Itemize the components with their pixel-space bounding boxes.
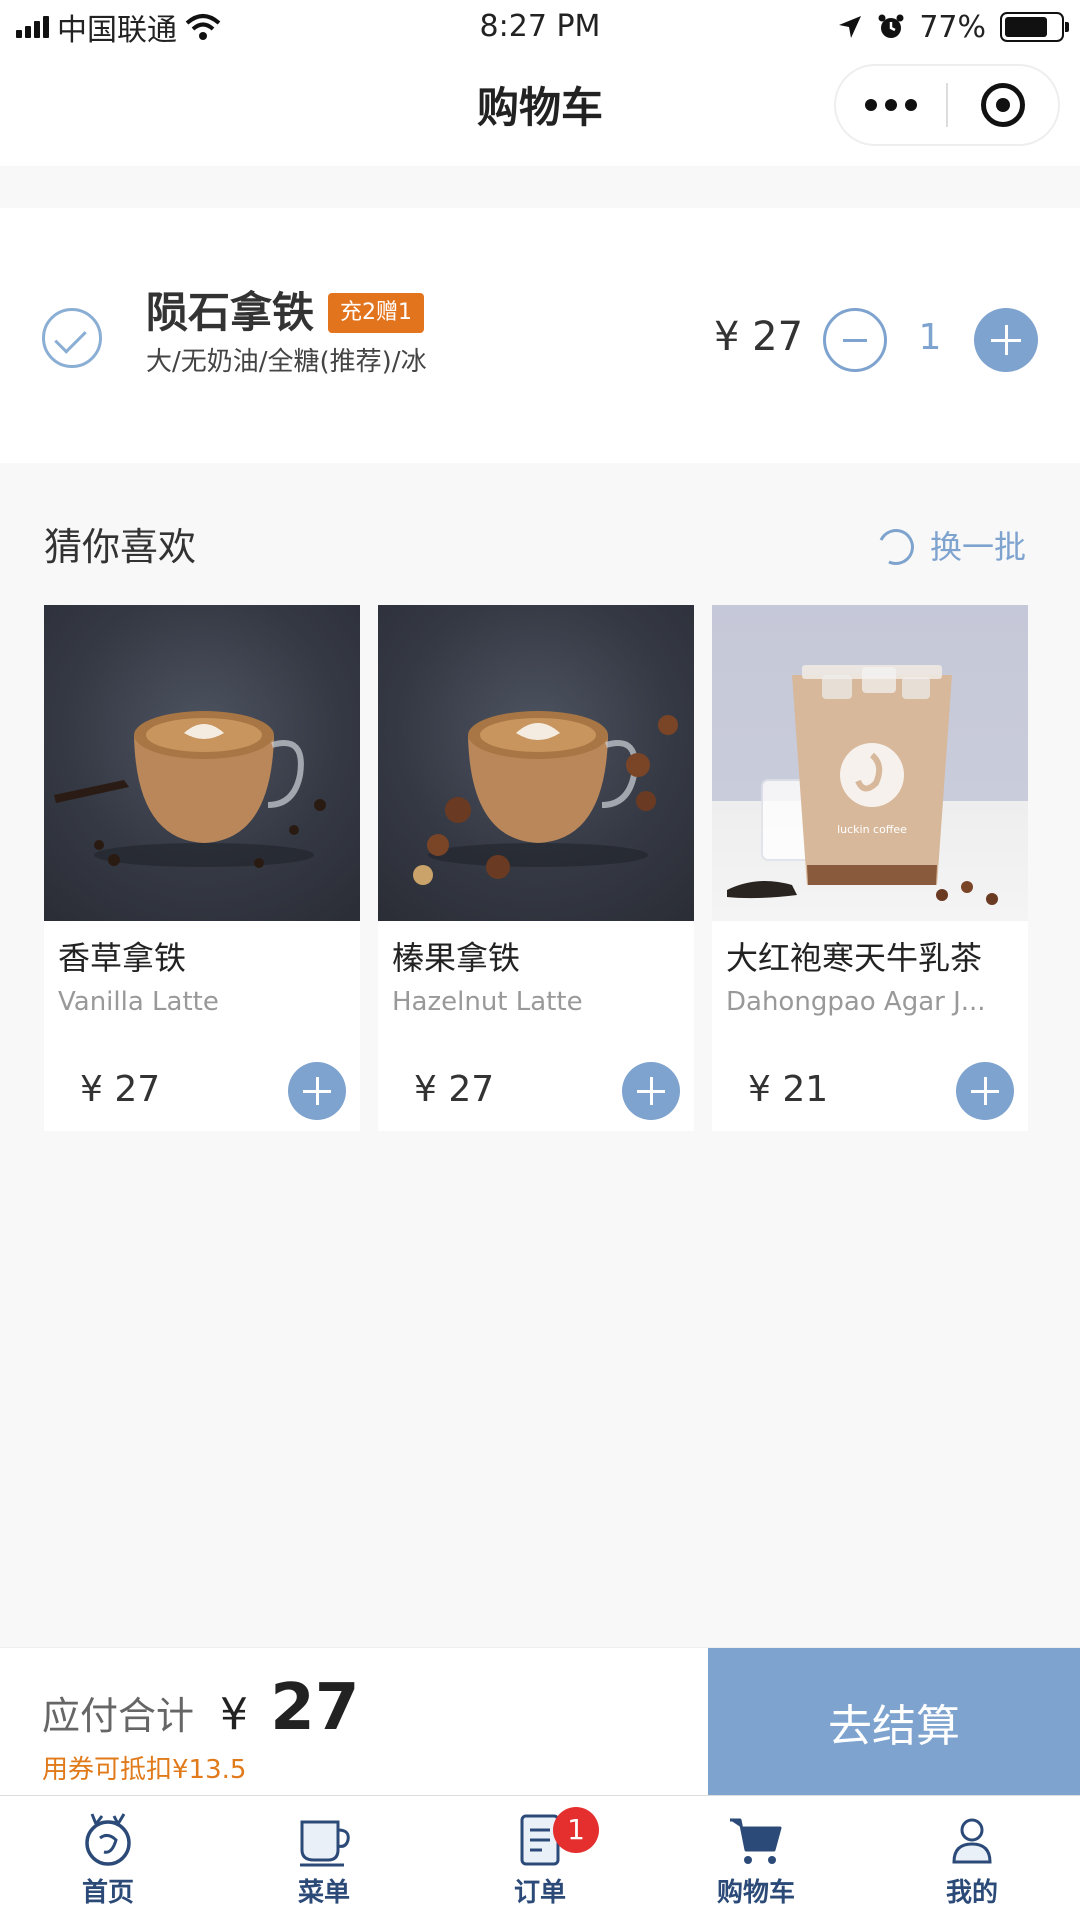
tab-home[interactable]: 首页 [0, 1796, 216, 1920]
recommend-title: 猜你喜欢 [44, 525, 197, 569]
decrease-quantity-button[interactable] [823, 308, 887, 372]
user-icon [952, 1818, 992, 1864]
increase-quantity-button[interactable] [974, 308, 1038, 372]
total-value: 27 [270, 1671, 360, 1745]
quantity-value: 1 [918, 317, 942, 358]
battery-icon [1000, 12, 1069, 42]
cart-item: 陨石拿铁 充2赠1 大/无奶油/全糖(推荐)/冰 ¥ 27 1 [0, 208, 1080, 463]
total-label: 应付合计 [42, 1694, 195, 1738]
promo-badge: 充2赠1 [328, 293, 424, 333]
cart-item-name: 陨石拿铁 [146, 288, 315, 337]
add-to-cart-button[interactable] [956, 1062, 1014, 1120]
location-arrow-icon [839, 16, 862, 38]
product-image [378, 605, 694, 921]
product-card[interactable]: 香草拿铁 Vanilla Latte ¥ 27 [44, 605, 360, 1131]
product-en-name: Vanilla Latte [58, 987, 219, 1017]
close-mini-program-button[interactable] [948, 83, 1058, 127]
tab-label: 菜单 [297, 1878, 350, 1908]
product-en-name: Dahongpao Agar J... [726, 987, 986, 1017]
product-image [44, 605, 360, 921]
item-checkbox[interactable] [42, 308, 102, 368]
deer-logo-icon [85, 1813, 131, 1866]
product-image: luckin coffee [712, 605, 1028, 921]
refresh-icon [872, 523, 920, 571]
status-bar: 中国联通 8:27 PM 77% [0, 0, 1080, 54]
battery-fill [1005, 17, 1047, 37]
tab-label: 购物车 [716, 1878, 795, 1908]
tab-menu[interactable]: 菜单 [216, 1796, 432, 1920]
product-en-name: Hazelnut Latte [392, 987, 583, 1017]
checkout-button[interactable]: 去结算 [708, 1648, 1080, 1796]
recommend-list: 香草拿铁 Vanilla Latte ¥ 27 榛果拿铁 Hazelnut La… [44, 605, 1028, 1131]
product-card[interactable]: 榛果拿铁 Hazelnut Latte ¥ 27 [378, 605, 694, 1131]
refresh-button[interactable]: 换一批 [872, 522, 1027, 572]
tab-orders[interactable]: 订单 [432, 1796, 648, 1920]
cart-item-price: ¥ 27 [714, 314, 804, 360]
mini-program-capsule [834, 64, 1060, 146]
cart-count-badge: 1 [553, 1807, 599, 1853]
product-name: 大红袍寒天牛乳茶 [726, 939, 983, 977]
nav-bar: 购物车 [0, 54, 1080, 166]
battery-percent: 77% [919, 9, 986, 45]
cart-item-spec: 大/无奶油/全糖(推荐)/冰 [146, 347, 427, 377]
tab-label: 订单 [513, 1878, 566, 1908]
cup-logo-text: luckin coffee [837, 823, 907, 836]
product-price: ¥ 21 [748, 1069, 829, 1110]
tab-label: 我的 [945, 1878, 998, 1908]
product-card[interactable]: luckin coffee 大红袍寒天牛乳茶 Dahongpao Agar J.… [712, 605, 1028, 1131]
tab-bar: 首页 菜单 订单 购物车 我的 1 [0, 1795, 1080, 1920]
product-price: ¥ 27 [80, 1069, 161, 1110]
tab-profile[interactable]: 我的 [864, 1796, 1080, 1920]
cart-icon [730, 1818, 782, 1864]
product-name: 香草拿铁 [58, 939, 187, 977]
tab-cart[interactable]: 购物车 [648, 1796, 864, 1920]
add-to-cart-button[interactable] [288, 1062, 346, 1120]
coupon-note: 用券可抵扣¥13.5 [42, 1755, 247, 1785]
target-icon [980, 83, 1025, 127]
tab-label: 首页 [81, 1878, 134, 1908]
cup-icon [300, 1820, 350, 1867]
alarm-clock-icon [878, 14, 904, 38]
refresh-label: 换一批 [930, 528, 1027, 566]
add-to-cart-button[interactable] [622, 1062, 680, 1120]
checkout-bar: 应付合计 ¥ 27 用券可抵扣¥13.5 去结算 [0, 1647, 1080, 1796]
status-right: 77% [837, 8, 1069, 46]
more-options-icon[interactable] [836, 99, 946, 111]
product-price: ¥ 27 [414, 1069, 495, 1110]
currency-symbol: ¥ [220, 1689, 248, 1740]
total-amount: ¥ 27 [220, 1668, 359, 1755]
product-name: 榛果拿铁 [392, 939, 521, 977]
